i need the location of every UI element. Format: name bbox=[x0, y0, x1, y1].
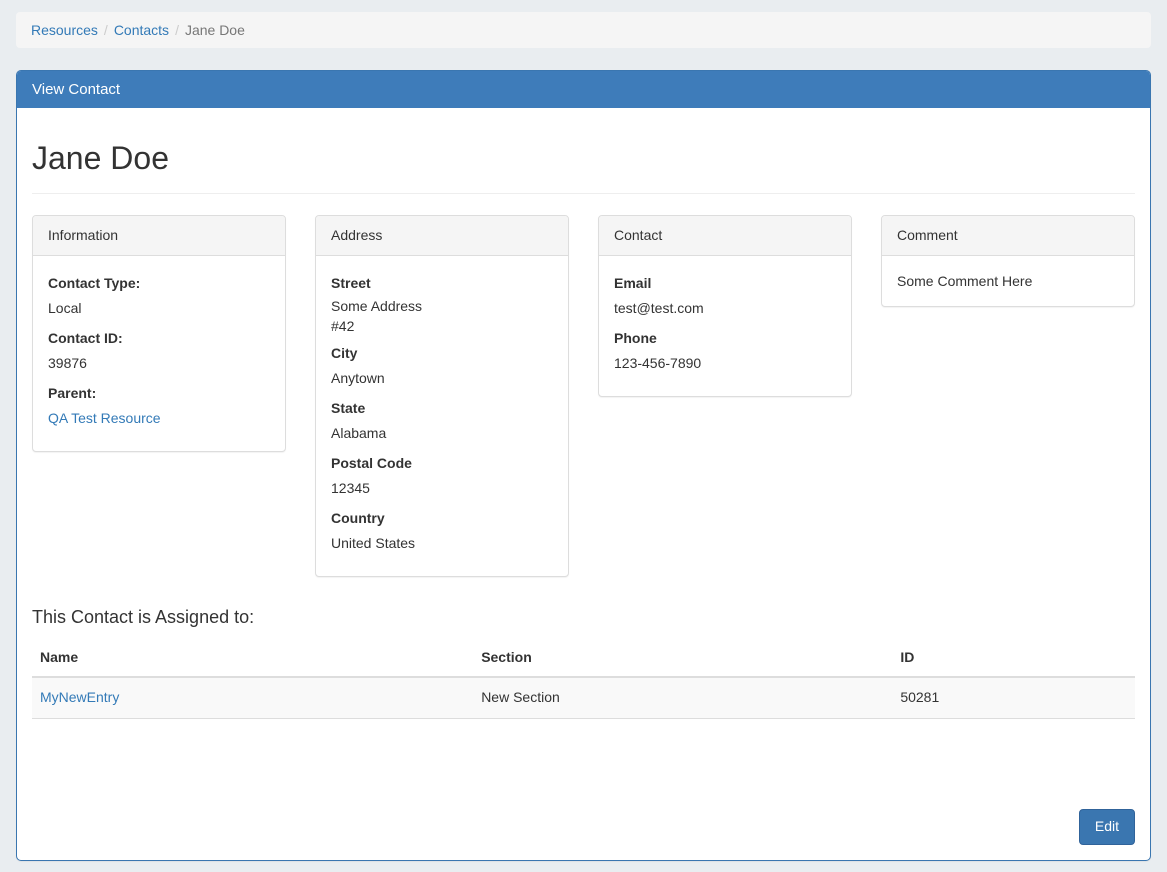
contact-cards-row: Information Contact Type: Local Contact … bbox=[32, 215, 1135, 577]
parent-resource-link[interactable]: QA Test Resource bbox=[48, 406, 161, 431]
breadcrumb-current: Jane Doe bbox=[185, 22, 245, 38]
assigned-id-cell: 50281 bbox=[892, 677, 1135, 718]
state-value: Alabama bbox=[331, 421, 553, 446]
contact-id-label: Contact ID: bbox=[48, 326, 270, 351]
assigned-name-cell: MyNewEntry bbox=[32, 677, 473, 718]
title-divider bbox=[32, 193, 1135, 194]
phone-value: 123-456-7890 bbox=[614, 351, 836, 376]
contact-type-label: Contact Type: bbox=[48, 271, 270, 296]
address-card-header: Address bbox=[316, 216, 568, 256]
address-card-body: Street Some Address #42 City Anytown Sta… bbox=[316, 256, 568, 576]
information-card-body: Contact Type: Local Contact ID: 39876 Pa… bbox=[33, 256, 285, 451]
postal-code-label: Postal Code bbox=[331, 451, 553, 476]
postal-code-field: Postal Code 12345 bbox=[331, 451, 553, 501]
page-title: Jane Doe bbox=[32, 141, 1135, 176]
parent-field: Parent: QA Test Resource bbox=[48, 381, 270, 431]
page-container: Resources/Contacts/Jane Doe View Contact… bbox=[0, 0, 1167, 861]
comment-card: Comment Some Comment Here bbox=[881, 215, 1135, 307]
parent-label: Parent: bbox=[48, 381, 270, 406]
assigned-entry-link[interactable]: MyNewEntry bbox=[40, 689, 119, 705]
column-header-id: ID bbox=[892, 640, 1135, 677]
email-label: Email bbox=[614, 271, 836, 296]
information-card: Information Contact Type: Local Contact … bbox=[32, 215, 286, 452]
country-field: Country United States bbox=[331, 506, 553, 556]
breadcrumb-link-resources[interactable]: Resources bbox=[31, 22, 98, 38]
breadcrumb-separator: / bbox=[169, 22, 185, 38]
breadcrumb-separator: / bbox=[98, 22, 114, 38]
panel-body: Jane Doe Information Contact Type: Local… bbox=[17, 108, 1150, 860]
state-label: State bbox=[331, 396, 553, 421]
country-value: United States bbox=[331, 531, 553, 556]
street-field: Street Some Address #42 bbox=[331, 271, 553, 336]
assigned-section-cell: New Section bbox=[473, 677, 892, 718]
email-value: test@test.com bbox=[614, 296, 836, 321]
breadcrumb-link-contacts[interactable]: Contacts bbox=[114, 22, 169, 38]
panel-heading: View Contact bbox=[17, 71, 1150, 108]
city-field: City Anytown bbox=[331, 341, 553, 391]
view-contact-panel: View Contact Jane Doe Information Contac… bbox=[16, 70, 1151, 861]
phone-label: Phone bbox=[614, 326, 836, 351]
state-field: State Alabama bbox=[331, 396, 553, 446]
contact-card-header: Contact bbox=[599, 216, 851, 256]
assigned-table: Name Section ID MyNewEntry New Section 5… bbox=[32, 640, 1135, 719]
contact-type-value: Local bbox=[48, 296, 270, 321]
street-value-line1: Some Address bbox=[331, 296, 553, 316]
contact-type-field: Contact Type: Local bbox=[48, 271, 270, 321]
city-label: City bbox=[331, 341, 553, 366]
panel-actions: Edit bbox=[32, 809, 1135, 845]
contact-card: Contact Email test@test.com Phone 123-45… bbox=[598, 215, 852, 397]
comment-text: Some Comment Here bbox=[897, 271, 1119, 291]
panel-title: View Contact bbox=[32, 81, 120, 98]
phone-field: Phone 123-456-7890 bbox=[614, 326, 836, 376]
contact-id-field: Contact ID: 39876 bbox=[48, 326, 270, 376]
assigned-section-heading: This Contact is Assigned to: bbox=[32, 607, 1135, 628]
country-label: Country bbox=[331, 506, 553, 531]
street-label: Street bbox=[331, 271, 553, 296]
edit-button[interactable]: Edit bbox=[1079, 809, 1135, 845]
assigned-table-header: Name Section ID bbox=[32, 640, 1135, 677]
city-value: Anytown bbox=[331, 366, 553, 391]
contact-card-body: Email test@test.com Phone 123-456-7890 bbox=[599, 256, 851, 396]
information-card-header: Information bbox=[33, 216, 285, 256]
email-field: Email test@test.com bbox=[614, 271, 836, 321]
comment-card-header: Comment bbox=[882, 216, 1134, 256]
column-header-section: Section bbox=[473, 640, 892, 677]
contact-id-value: 39876 bbox=[48, 351, 270, 376]
postal-code-value: 12345 bbox=[331, 476, 553, 501]
breadcrumb: Resources/Contacts/Jane Doe bbox=[16, 12, 1151, 48]
comment-card-body: Some Comment Here bbox=[882, 256, 1134, 306]
address-card: Address Street Some Address #42 City Any… bbox=[315, 215, 569, 577]
table-row: MyNewEntry New Section 50281 bbox=[32, 677, 1135, 718]
column-header-name: Name bbox=[32, 640, 473, 677]
street-value-line2: #42 bbox=[331, 316, 553, 336]
